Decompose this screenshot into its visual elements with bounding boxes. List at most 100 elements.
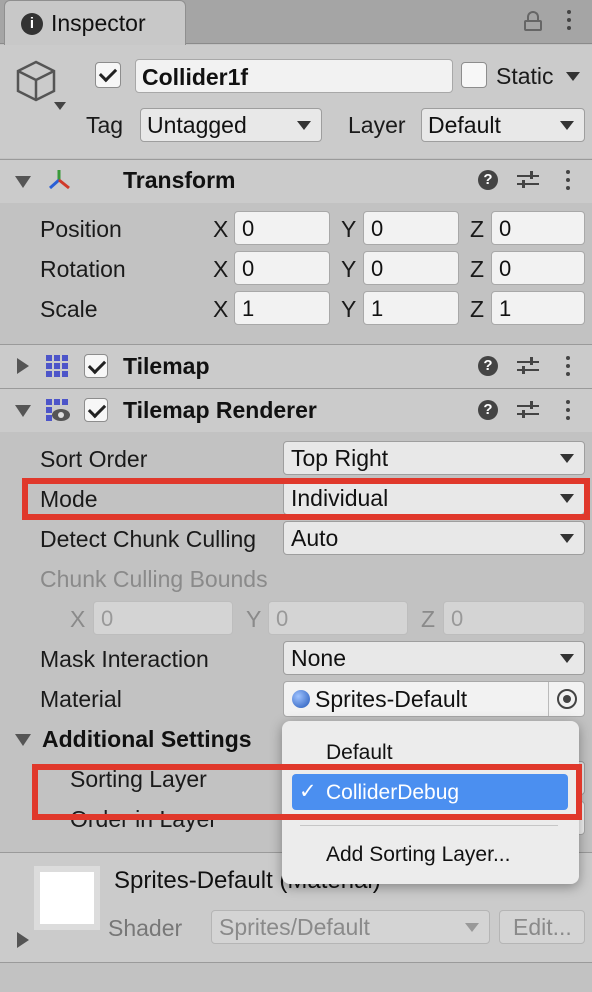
renderer-foldout-icon[interactable] — [15, 405, 31, 417]
help-icon[interactable]: ? — [478, 400, 498, 420]
mask-interaction-label: Mask Interaction — [40, 646, 209, 672]
material-foldout-icon[interactable] — [17, 932, 29, 948]
info-icon: i — [21, 13, 43, 35]
scale-z-value: 1 — [499, 296, 512, 321]
axis-y-label: Y — [341, 216, 357, 242]
detect-chunk-culling-dropdown[interactable]: Auto — [283, 521, 585, 555]
tilemap-enabled-checkbox[interactable] — [84, 354, 108, 378]
material-value: Sprites-Default — [315, 686, 468, 712]
rotation-y-value: 0 — [371, 256, 384, 281]
tag-dropdown[interactable]: Untagged — [140, 108, 322, 142]
chevron-down-icon — [465, 923, 479, 932]
object-name-value: Collider1f — [142, 64, 249, 90]
rotation-z-field[interactable]: 0 — [491, 251, 585, 285]
object-name-field[interactable]: Collider1f — [135, 59, 453, 93]
bounds-z-label: Z — [421, 606, 436, 632]
chevron-down-icon — [560, 121, 574, 130]
axis-x-label: X — [213, 296, 229, 322]
transform-header[interactable] — [0, 159, 592, 203]
tab-label: Inspector — [51, 10, 146, 36]
detect-chunk-culling-value: Auto — [291, 525, 339, 551]
presets-icon[interactable] — [517, 356, 539, 376]
bounds-x-value: 0 — [101, 606, 114, 631]
chunk-culling-bounds-label: Chunk Culling Bounds — [40, 566, 268, 592]
bounds-x-field: 0 — [93, 601, 233, 635]
layer-value: Default — [428, 112, 501, 138]
tag-value: Untagged — [147, 112, 247, 138]
object-picker-icon[interactable] — [548, 682, 584, 716]
help-icon[interactable]: ? — [478, 170, 498, 190]
shader-dropdown[interactable]: Sprites/Default — [211, 910, 490, 944]
static-checkbox[interactable] — [461, 62, 487, 88]
position-y-field[interactable]: 0 — [363, 211, 459, 245]
tilemap-foldout-icon[interactable] — [17, 358, 29, 374]
mode-highlight-box — [22, 478, 590, 520]
position-x-value: 0 — [242, 216, 255, 241]
material-field[interactable]: Sprites-Default — [283, 681, 585, 717]
material-sphere-icon — [292, 690, 310, 708]
sort-order-value: Top Right — [291, 445, 389, 471]
chevron-down-icon — [297, 121, 311, 130]
component-menu-icon[interactable] — [566, 170, 570, 190]
scale-y-field[interactable]: 1 — [363, 291, 459, 325]
scale-label: Scale — [40, 296, 98, 322]
position-z-field[interactable]: 0 — [491, 211, 585, 245]
component-menu-icon[interactable] — [566, 356, 570, 376]
sort-order-dropdown[interactable]: Top Right — [283, 441, 585, 475]
gameobject-icon[interactable] — [14, 58, 70, 118]
shader-value: Sprites/Default — [219, 914, 370, 940]
tab-inspector[interactable]: i Inspector — [4, 0, 186, 46]
mask-interaction-dropdown[interactable]: None — [283, 641, 585, 675]
axis-z-label: Z — [470, 296, 485, 322]
bounds-y-label: Y — [246, 606, 262, 632]
layer-label: Layer — [348, 112, 406, 138]
axis-x-label: X — [213, 256, 229, 282]
scale-z-field[interactable]: 1 — [491, 291, 585, 325]
renderer-enabled-checkbox[interactable] — [84, 398, 108, 422]
tilemap-renderer-title: Tilemap Renderer — [123, 397, 317, 423]
lock-icon[interactable] — [524, 11, 542, 31]
scale-x-value: 1 — [242, 296, 255, 321]
position-z-value: 0 — [499, 216, 512, 241]
tilemap-renderer-icon — [46, 399, 70, 423]
static-label: Static — [496, 63, 554, 89]
menu-item-add-sorting-layer[interactable]: Add Sorting Layer... — [326, 844, 510, 865]
mask-interaction-value: None — [291, 645, 346, 671]
rotation-z-value: 0 — [499, 256, 512, 281]
bounds-z-value: 0 — [451, 606, 464, 631]
bottom-divider — [0, 962, 592, 992]
rotation-y-field[interactable]: 0 — [363, 251, 459, 285]
chevron-down-icon — [560, 454, 574, 463]
static-dropdown-icon[interactable] — [566, 72, 580, 81]
tilemap-title: Tilemap — [123, 353, 210, 379]
bounds-y-field: 0 — [268, 601, 408, 635]
position-y-value: 0 — [371, 216, 384, 241]
rotation-x-field[interactable]: 0 — [234, 251, 330, 285]
additional-settings-foldout-icon[interactable] — [15, 734, 31, 746]
bounds-y-value: 0 — [276, 606, 289, 631]
presets-icon[interactable] — [517, 400, 539, 420]
active-checkbox[interactable] — [95, 62, 121, 88]
transform-foldout-icon[interactable] — [15, 176, 31, 188]
sort-order-label: Sort Order — [40, 446, 148, 472]
layer-dropdown[interactable]: Default — [421, 108, 585, 142]
presets-icon[interactable] — [517, 170, 539, 190]
help-icon[interactable]: ? — [478, 356, 498, 376]
menu-item-default[interactable]: Default — [326, 742, 393, 763]
component-menu-icon[interactable] — [566, 400, 570, 420]
shader-label: Shader — [108, 915, 183, 941]
position-x-field[interactable]: 0 — [234, 211, 330, 245]
material-preview — [34, 866, 100, 930]
transform-icon — [46, 168, 72, 192]
axis-y-label: Y — [341, 256, 357, 282]
scale-x-field[interactable]: 1 — [234, 291, 330, 325]
material-label: Material — [40, 686, 122, 712]
transform-title: Transform — [123, 167, 236, 193]
edit-shader-button[interactable]: Edit... — [499, 910, 585, 944]
additional-settings-label[interactable]: Additional Settings — [42, 728, 252, 751]
axis-z-label: Z — [470, 256, 485, 282]
tab-menu-icon[interactable] — [567, 10, 571, 30]
detect-chunk-culling-label: Detect Chunk Culling — [40, 526, 257, 552]
axis-x-label: X — [213, 216, 229, 242]
tilemap-icon — [46, 355, 68, 377]
